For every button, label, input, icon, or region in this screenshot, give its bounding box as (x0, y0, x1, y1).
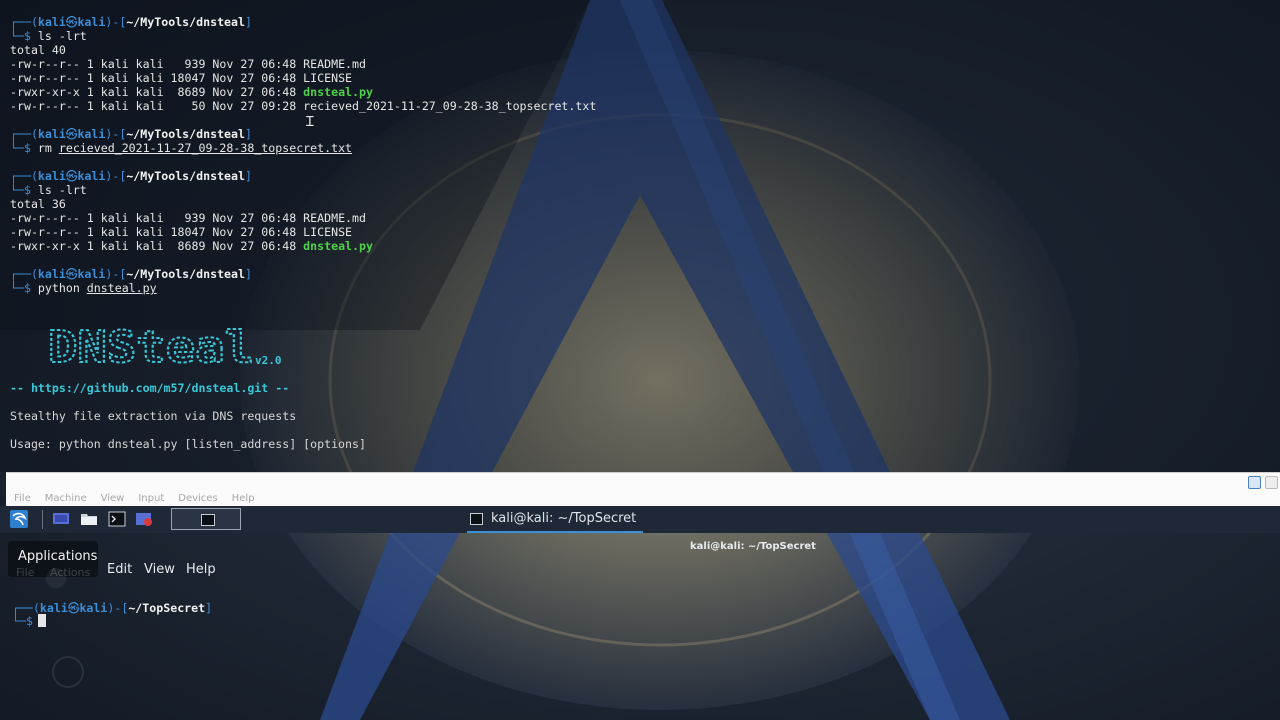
dnsteal-logo: DNSteal (47, 322, 255, 368)
vm-menu-machine[interactable]: Machine (45, 493, 87, 504)
listing-row: -rwxr-xr-x 1 kali kali 8689 Nov 27 06:48… (10, 85, 373, 99)
command-line: └─$ rm recieved_2021-11-27_09-28-38_tops… (10, 141, 353, 155)
listing-total: total 40 (10, 43, 66, 57)
vm-network-icon[interactable] (1265, 476, 1278, 489)
menu-file[interactable]: File (16, 566, 34, 579)
vm-menu-devices[interactable]: Devices (178, 493, 217, 504)
listing-row: -rw-r--r-- 1 kali kali 939 Nov 27 06:48 … (10, 211, 366, 225)
decorative-shape (52, 656, 84, 688)
listing-row: -rw-r--r-- 1 kali kali 18047 Nov 27 06:4… (10, 225, 353, 239)
prompt-line: ┌──(kali㉿kali)-[~/MyTools/dnsteal] (10, 15, 252, 29)
repo-url-line: -- https://github.com/m57/dnsteal.git -- (10, 381, 290, 395)
listing-row: -rw-r--r-- 1 kali kali 939 Nov 27 06:48 … (10, 57, 366, 71)
window-title: kali@kali: ~/TopSecret (690, 541, 816, 552)
command-line: └─$ python dnsteal.py (10, 281, 157, 295)
workspace-switcher[interactable] (171, 508, 241, 530)
prompt-line: ┌──(kali㉿kali)-[~/MyTools/dnsteal] (10, 127, 252, 141)
listing-total: total 36 (10, 197, 66, 211)
terminal-output-top[interactable]: ┌──(kali㉿kali)-[~/MyTools/dnsteal] └─$ l… (0, 0, 1280, 472)
prompt-line: ┌──(kali㉿kali)-[~/MyTools/dnsteal] (10, 169, 252, 183)
usage-line: Usage: python dnsteal.py [listen_address… (10, 437, 366, 451)
file-manager-icon[interactable] (80, 510, 98, 528)
menu-help[interactable]: Help (186, 562, 216, 577)
command-line: └─$ ls -lrt (10, 183, 87, 197)
kali-menu-icon[interactable] (10, 510, 28, 528)
menu-view[interactable]: View (144, 562, 175, 577)
taskbar-task-terminal[interactable]: kali@kali: ~/TopSecret (467, 506, 643, 533)
menu-edit[interactable]: Edit (107, 562, 132, 577)
listing-row: -rw-r--r-- 1 kali kali 50 Nov 27 09:28 r… (10, 99, 597, 113)
version-label: v2.0 (255, 354, 282, 367)
taskbar-separator (42, 510, 43, 529)
decorative-shape (46, 568, 66, 588)
vm-menu-input[interactable]: Input (138, 493, 164, 504)
terminal-icon (470, 513, 483, 525)
vm-usb-icon[interactable] (1248, 476, 1261, 489)
command-line[interactable]: └─$ (12, 614, 40, 628)
svg-text:DNSteal: DNSteal (48, 322, 254, 368)
vm-menu-view[interactable]: View (101, 493, 125, 504)
terminal-cursor (38, 614, 46, 627)
vm-menu-help[interactable]: Help (232, 493, 255, 504)
terminal-icon[interactable] (108, 510, 126, 528)
text-cursor-icon: Ɪ (306, 114, 314, 130)
taskbar: kali@kali: ~/TopSecret (0, 506, 1280, 533)
desktop-icon[interactable] (52, 510, 70, 528)
listing-row: -rw-r--r-- 1 kali kali 18047 Nov 27 06:4… (10, 71, 353, 85)
recorder-icon[interactable] (135, 510, 153, 528)
listing-row: -rwxr-xr-x 1 kali kali 8689 Nov 27 06:48… (10, 239, 373, 253)
vm-menu-file[interactable]: File (14, 493, 31, 504)
vm-menubar: File Machine View Input Devices Help (6, 472, 1280, 507)
prompt-line: ┌──(kali㉿kali)-[~/MyTools/dnsteal] (10, 267, 252, 281)
command-line: └─$ ls -lrt (10, 29, 87, 43)
tagline: Stealthy file extraction via DNS request… (10, 409, 297, 423)
